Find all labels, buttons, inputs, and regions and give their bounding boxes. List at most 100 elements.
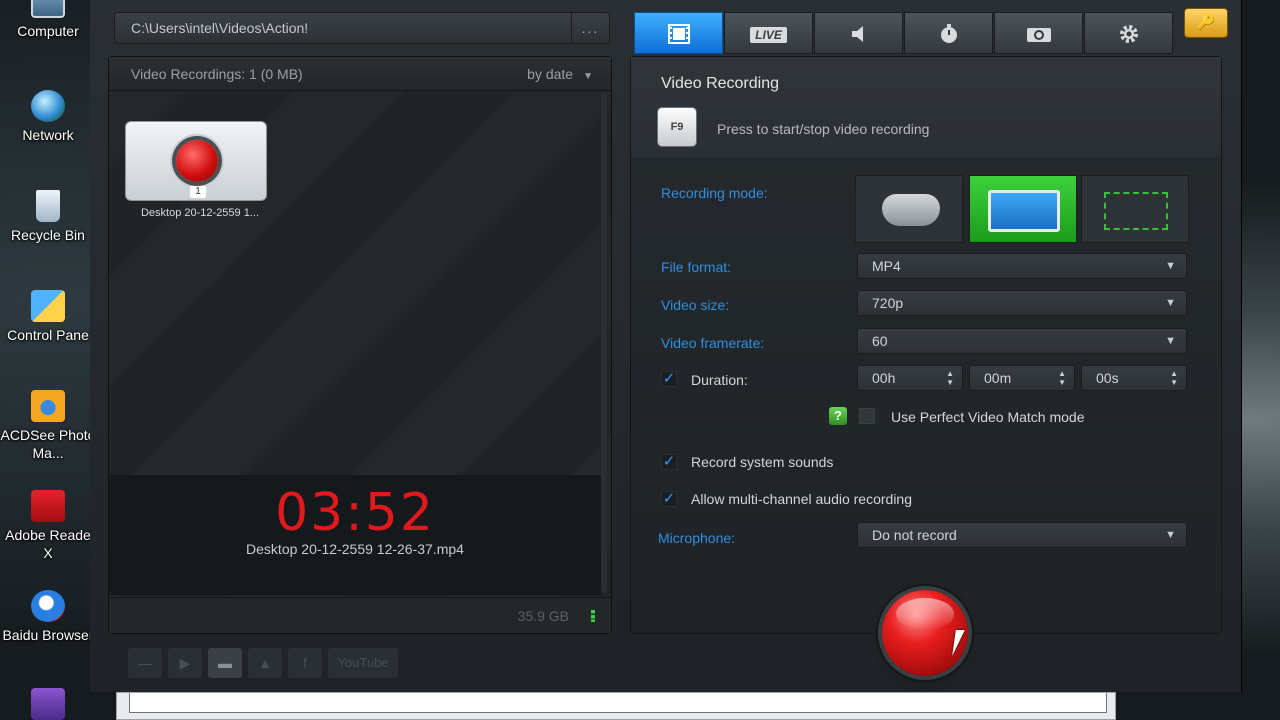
tab-screenshot[interactable]: [994, 12, 1083, 54]
chevron-down-icon: ▼: [583, 71, 593, 82]
tab-settings[interactable]: [1084, 12, 1173, 54]
record-dot-icon: [176, 140, 218, 182]
recording-caption: Desktop 20-12-2559 1...: [140, 207, 260, 219]
camera-icon: [1026, 28, 1051, 43]
recordings-path: C:\Users\intel\Videos\Action!: [131, 20, 309, 36]
sort-label: by date: [527, 66, 574, 82]
record-button-gloss: [896, 598, 954, 630]
microphone-dropdown[interactable]: Do not record ▼: [857, 522, 1187, 548]
tab-video-recording[interactable]: [634, 12, 723, 54]
recordings-count: Video Recordings: 1 (0 MB): [131, 66, 303, 82]
perfect-match-checkbox[interactable]: [859, 408, 875, 424]
recording-index: 1: [190, 186, 206, 198]
duration-spinners: 00h ▲ ▼ 00m ▲ ▼ 00s ▲ ▼: [857, 365, 1187, 391]
sort-dropdown[interactable]: by date ▼: [527, 57, 593, 94]
desktop-icon-label: Recycle Bin: [11, 227, 85, 243]
video-framerate-value: 60: [872, 333, 888, 349]
file-format-label: File format:: [661, 259, 732, 275]
help-button[interactable]: ?: [829, 407, 847, 425]
spinner-arrows-icon: ▲ ▼: [1058, 369, 1066, 387]
open-folder-button[interactable]: ▬: [208, 648, 242, 678]
stopwatch-icon: [940, 24, 957, 44]
control-panel-icon: [31, 290, 65, 322]
recording-mode-label: Recording mode:: [661, 185, 768, 201]
desktop-icon-label: Baidu Browser: [2, 627, 94, 643]
video-size-label: Video size:: [661, 297, 730, 313]
file-format-value: MP4: [872, 258, 901, 274]
duration-hours-spinner[interactable]: 00h ▲ ▼: [857, 365, 963, 391]
desktop-icon-label: ACDSee Photo Ma...: [0, 427, 96, 461]
screen-icon: [988, 190, 1060, 232]
desktop-icon-label: Computer: [17, 23, 79, 39]
recording-thumbnail[interactable]: 1: [125, 121, 267, 201]
spinner-arrows-icon: ▲ ▼: [946, 369, 954, 387]
desktop-icon-network[interactable]: Network: [0, 90, 96, 144]
background-window-content: [129, 693, 1107, 713]
play-button[interactable]: ▶: [168, 648, 202, 678]
browse-folder-button[interactable]: ...: [571, 13, 609, 43]
facebook-button[interactable]: f: [288, 648, 322, 678]
upload-button[interactable]: ▲: [248, 648, 282, 678]
speaker-icon: [851, 26, 863, 43]
disk-free-space: 35.9 GB: [517, 608, 569, 624]
chevron-down-icon: ▼: [1165, 260, 1176, 272]
video-size-value: 720p: [872, 295, 904, 311]
desktop-icon-control-panel[interactable]: Control Pane: [0, 290, 96, 344]
lock-icon: 🔑: [1196, 14, 1216, 31]
delete-button[interactable]: —: [128, 648, 162, 678]
duration-minutes-spinner[interactable]: 00m ▲ ▼: [969, 365, 1075, 391]
desktop-icon-acdsee[interactable]: ACDSee Photo Ma...: [0, 390, 96, 462]
recording-info: 03:52 Desktop 20-12-2559 12-26-37.mp4: [109, 475, 601, 595]
mode-area-button[interactable]: [1081, 175, 1189, 243]
desktop-icon-label: Network: [22, 127, 74, 143]
multichannel-label: Allow multi-channel audio recording: [691, 491, 913, 507]
video-size-dropdown[interactable]: 720p ▼: [857, 290, 1187, 316]
perfect-match-label: Use Perfect Video Match mode: [891, 409, 1085, 425]
tab-benchmark[interactable]: [904, 12, 993, 54]
network-icon: [31, 90, 65, 122]
tab-live[interactable]: LIVE: [724, 12, 813, 54]
multichannel-checkbox[interactable]: ✓: [661, 491, 677, 507]
mode-game-button[interactable]: [855, 175, 963, 243]
recordings-path-bar[interactable]: C:\Users\intel\Videos\Action! ...: [114, 12, 610, 44]
computer-icon: [31, 0, 65, 18]
recording-filename: Desktop 20-12-2559 12-26-37.mp4: [246, 541, 464, 557]
tab-audio[interactable]: [814, 12, 903, 54]
duration-minutes-value: 00m: [984, 370, 1012, 386]
baidu-browser-icon: [31, 590, 65, 622]
chevron-down-icon: ▼: [1165, 297, 1176, 309]
video-recording-settings: Recording mode: File format: MP4 ▼ Video…: [631, 157, 1221, 633]
desktop-icon-label: Adobe Reade X: [5, 527, 91, 561]
system-sounds-checkbox[interactable]: ✓: [661, 454, 677, 470]
desktop-icon-app[interactable]: [0, 688, 96, 720]
microphone-label: Microphone:: [658, 530, 736, 546]
desktop-icon-recycle-bin[interactable]: Recycle Bin: [0, 190, 96, 244]
panel-title: Video Recording: [661, 75, 780, 92]
desktop-icon-computer[interactable]: Computer: [0, 0, 96, 40]
recordings-footer: 35.9 GB: [109, 597, 611, 633]
recycle-bin-icon: [36, 190, 60, 222]
video-framerate-dropdown[interactable]: 60 ▼: [857, 328, 1187, 354]
duration-seconds-value: 00s: [1096, 370, 1119, 386]
hotkey-button[interactable]: F9: [657, 107, 697, 147]
youtube-button[interactable]: YouTube: [328, 648, 398, 678]
action-app-window: C:\Users\intel\Videos\Action! ... Video …: [90, 0, 1242, 692]
mode-screen-button[interactable]: [969, 175, 1077, 243]
area-select-icon: [1104, 192, 1168, 230]
live-icon: LIVE: [750, 27, 787, 43]
background-window: [116, 692, 1116, 720]
duration-hours-value: 00h: [872, 370, 896, 386]
duration-seconds-spinner[interactable]: 00s ▲ ▼: [1081, 365, 1187, 391]
desktop-icon-adobe-reader[interactable]: Adobe Reade X: [0, 490, 96, 562]
desktop-icon-baidu-browser[interactable]: Baidu Browser: [0, 590, 96, 644]
duration-checkbox[interactable]: ✓: [661, 371, 677, 387]
file-format-dropdown[interactable]: MP4 ▼: [857, 253, 1187, 279]
recordings-scrollbar[interactable]: [601, 93, 607, 593]
microphone-value: Do not record: [872, 527, 957, 543]
main-tabs: LIVE: [634, 12, 1174, 54]
video-framerate-label: Video framerate:: [661, 335, 765, 351]
license-button[interactable]: 🔑: [1184, 8, 1228, 38]
chevron-down-icon: ▼: [1165, 529, 1176, 541]
disk-meter-icon: [591, 610, 595, 622]
app-icon: [31, 688, 65, 720]
